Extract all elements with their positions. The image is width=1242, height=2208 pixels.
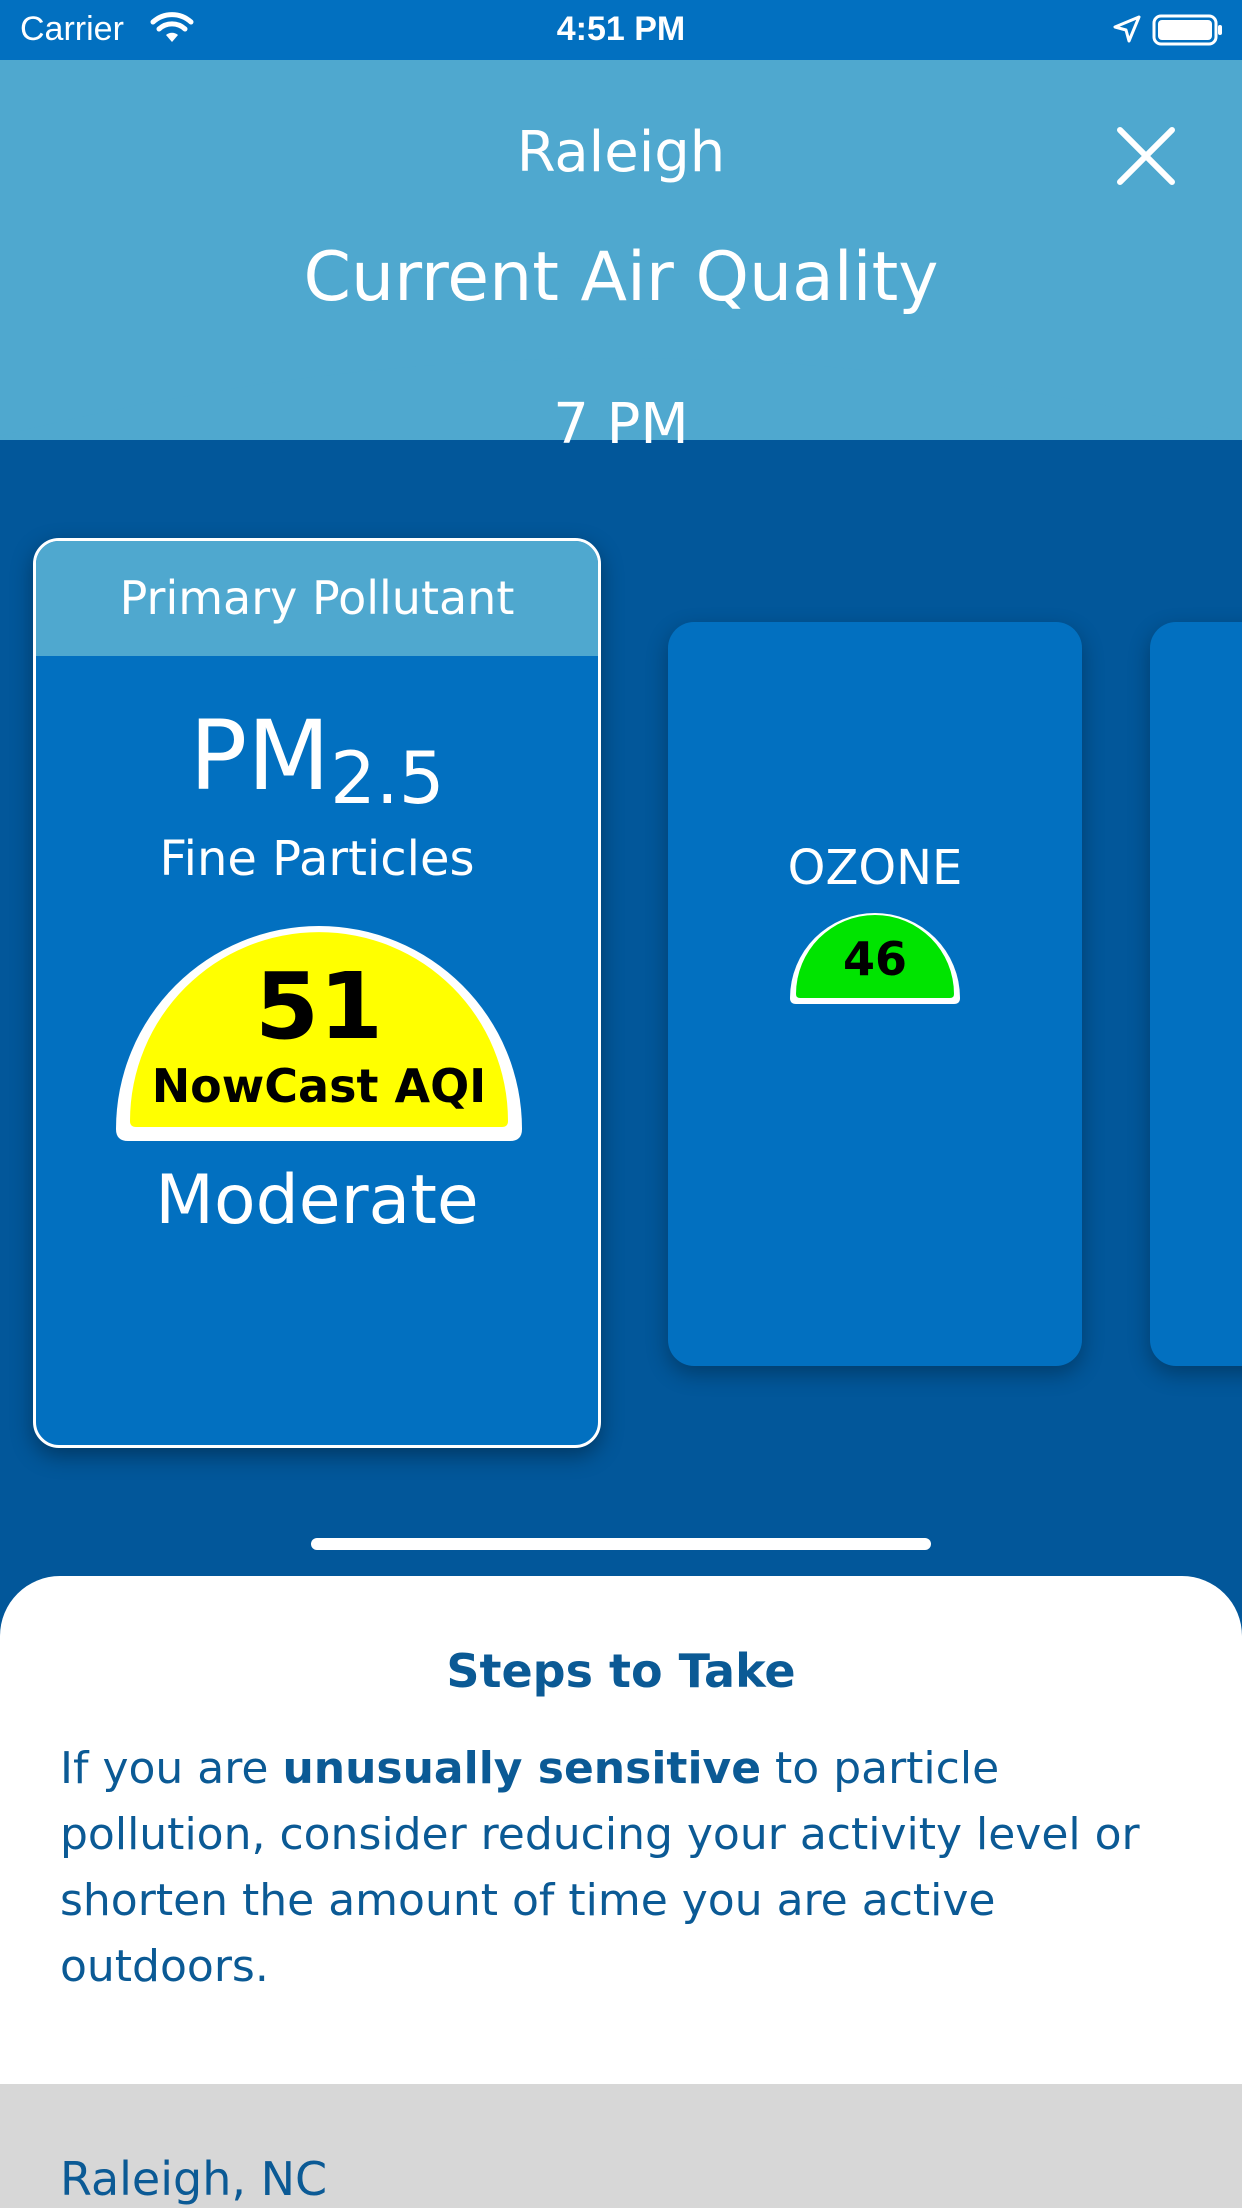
location-arrow-icon xyxy=(1113,15,1141,43)
steps-text: If you are unusually sensitive to partic… xyxy=(60,1736,1200,2000)
status-time: 4:51 PM xyxy=(556,10,686,48)
ozone-card[interactable]: OZONE 46 xyxy=(668,622,1082,1366)
pollutant-name: Fine Particles xyxy=(159,831,475,887)
battery-icon xyxy=(1152,14,1222,46)
location-label: Raleigh, NC xyxy=(60,2152,328,2206)
close-icon xyxy=(1117,127,1175,185)
pollutant-symbol: PM2.5 xyxy=(36,701,598,833)
ozone-title: OZONE xyxy=(787,840,963,896)
primary-pollutant-card[interactable]: Primary Pollutant PM2.5 Fine Particles 5… xyxy=(33,538,601,1448)
page-title: Current Air Quality xyxy=(303,238,939,317)
close-button[interactable] xyxy=(1106,122,1186,192)
steps-title: Steps to Take xyxy=(446,1644,796,1698)
ozone-aqi-value: 46 xyxy=(842,932,907,986)
steps-panel: Steps to Take If you are unusually sensi… xyxy=(0,1576,1242,2086)
forecast-time: 7 PM xyxy=(553,392,689,457)
pollutant-symbol-text: PM xyxy=(189,700,331,812)
status-bar: Carrier 4:51 PM xyxy=(0,0,1242,60)
air-quality-screen: Carrier 4:51 PM Raleigh Current Air Qual… xyxy=(0,0,1242,2208)
primary-card-header: Primary Pollutant xyxy=(36,541,598,656)
pollutant-subscript: 2.5 xyxy=(330,736,445,820)
aqi-label: NowCast AQI xyxy=(151,1059,487,1113)
next-pollutant-card[interactable] xyxy=(1150,622,1242,1366)
location-footer[interactable]: Raleigh, NC xyxy=(0,2084,1242,2208)
aqi-category: Moderate xyxy=(155,1161,479,1240)
steps-text-bold: unusually sensitive xyxy=(282,1743,762,1794)
steps-text-start: If you are xyxy=(60,1743,283,1794)
carousel-scroll-indicator[interactable] xyxy=(311,1538,931,1550)
city-title: Raleigh xyxy=(516,120,726,185)
aqi-value: 51 xyxy=(254,953,384,1060)
